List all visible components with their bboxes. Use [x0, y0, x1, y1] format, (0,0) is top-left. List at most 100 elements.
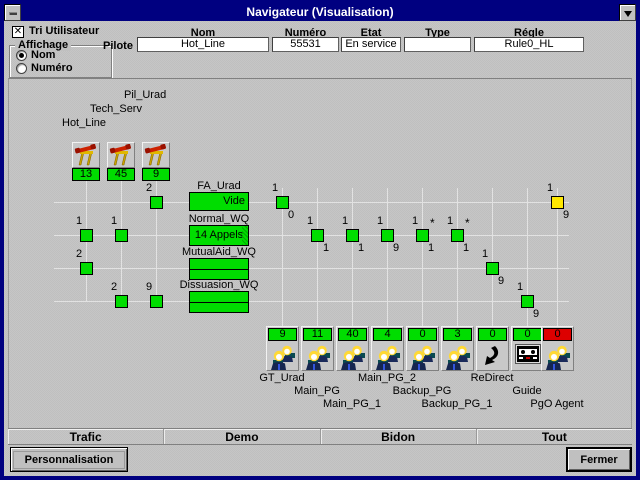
grid-node[interactable]: [80, 229, 93, 242]
phone-icon: [74, 144, 98, 166]
tab-bidon[interactable]: Bidon: [321, 429, 477, 444]
grid-vertical-line: [317, 188, 318, 327]
grid-node[interactable]: [150, 196, 163, 209]
grid-node[interactable]: [115, 229, 128, 242]
tab-trafic[interactable]: Trafic: [8, 429, 164, 444]
node-count-above: 1: [107, 215, 121, 227]
agent-count-badge: 3: [443, 328, 472, 341]
agent-label: ReDirect: [452, 372, 532, 384]
source-count-badge: 45: [107, 168, 135, 181]
source-label: Pil_Urad: [124, 89, 184, 101]
source-count-badge: 9: [142, 168, 170, 181]
node-star-marker: *: [430, 216, 435, 230]
queue-box-divider: [190, 302, 248, 303]
node-count-below: 1: [319, 242, 333, 254]
agent-count-badge: 40: [338, 328, 367, 341]
node-count-below: 0: [284, 209, 298, 221]
queue-box[interactable]: Vide: [189, 192, 249, 211]
node-count-above: 2: [107, 281, 121, 293]
grid-node[interactable]: [80, 262, 93, 275]
node-count-below: 9: [494, 275, 508, 287]
personnalisation-button[interactable]: Personnalisation: [10, 447, 128, 472]
node-count-below: 1: [459, 242, 473, 254]
queue-box[interactable]: 14 Appels: [189, 225, 249, 246]
grid-node[interactable]: [416, 229, 429, 242]
queue-label: FA_Urad: [177, 180, 261, 192]
node-count-above: 1: [303, 215, 317, 227]
grid-node[interactable]: [150, 295, 163, 308]
redirect-icon: [480, 344, 504, 368]
agent-count-badge: 0: [478, 328, 507, 341]
node-count-above: 2: [142, 182, 156, 194]
queue-label: Dissuasion_WQ: [177, 279, 261, 291]
diagram-layer: Hot_Line13Tech_Serv45Pil_Urad9FA_UradVid…: [4, 4, 636, 476]
agent-count-badge: 0: [408, 328, 437, 341]
queue-box-grip[interactable]: [242, 226, 248, 245]
grid-vertical-line: [387, 188, 388, 327]
grid-node[interactable]: [346, 229, 359, 242]
node-count-above: 1: [373, 215, 387, 227]
fermer-button[interactable]: Fermer: [566, 447, 632, 472]
queue-box[interactable]: [189, 258, 249, 280]
node-count-below: 9: [529, 308, 543, 320]
node-count-above: 1: [478, 248, 492, 260]
grid-node[interactable]: [551, 196, 564, 209]
grid-vertical-line: [492, 188, 493, 327]
agent-icon: [270, 344, 296, 370]
agent-label: Backup_PG_1: [417, 398, 497, 410]
agent-icon: [305, 344, 331, 370]
agent-icon: [340, 344, 366, 370]
personnalisation-button-label: Personnalisation: [13, 451, 125, 469]
node-count-below: 1: [354, 242, 368, 254]
grid-vertical-line: [457, 188, 458, 327]
tab-demo[interactable]: Demo: [164, 429, 320, 444]
source-count-badge: 13: [72, 168, 100, 181]
queue-box[interactable]: [189, 291, 249, 313]
node-count-above: 1: [268, 182, 282, 194]
source-label: Hot_Line: [62, 117, 122, 129]
grid-node[interactable]: [115, 295, 128, 308]
agent-label: GT_Urad: [242, 372, 322, 384]
grid-node[interactable]: [451, 229, 464, 242]
agent-icon: [545, 344, 571, 370]
agent-icon: [445, 344, 471, 370]
node-count-above: 1: [72, 215, 86, 227]
phone-icon: [144, 144, 168, 166]
agent-label: Backup_PG: [382, 385, 462, 397]
grid-vertical-line: [352, 188, 353, 327]
phone-icon: [109, 144, 133, 166]
agent-label: Main_PG_1: [312, 398, 392, 410]
agent-count-badge: 0: [513, 328, 542, 341]
agent-label: PgO Agent: [517, 398, 597, 410]
agent-icon: [410, 344, 436, 370]
agent-count-badge: 9: [268, 328, 297, 341]
grid-vertical-line: [422, 188, 423, 327]
navigator-window: Navigateur (Visualisation) ✕ Tri Utilisa…: [0, 0, 640, 480]
node-count-above: 9: [142, 281, 156, 293]
fermer-button-label: Fermer: [580, 454, 617, 466]
grid-node[interactable]: [276, 196, 289, 209]
agent-label: Main_PG_2: [347, 372, 427, 384]
agent-label: Main_PG: [277, 385, 357, 397]
node-count-above: 1: [513, 281, 527, 293]
node-count-above: 1: [338, 215, 352, 227]
queue-label: MutualAid_WQ: [177, 246, 261, 258]
agent-count-badge: 4: [373, 328, 402, 341]
agent-count-badge: 11: [303, 328, 332, 341]
tab-tout[interactable]: Tout: [477, 429, 632, 444]
source-label: Tech_Serv: [90, 103, 150, 115]
node-count-above: 1: [443, 215, 457, 227]
node-count-above: 1: [408, 215, 422, 227]
node-count-above: 2: [72, 248, 86, 260]
view-tabs: Trafic Demo Bidon Tout: [8, 428, 632, 445]
grid-node[interactable]: [311, 229, 324, 242]
node-count-above: 1: [543, 182, 557, 194]
cassette-icon: [515, 344, 541, 364]
grid-node[interactable]: [486, 262, 499, 275]
grid-node[interactable]: [521, 295, 534, 308]
agent-label: Guide: [487, 385, 567, 397]
queue-label: Normal_WQ: [177, 213, 261, 225]
node-star-marker: *: [465, 216, 470, 230]
grid-node[interactable]: [381, 229, 394, 242]
node-count-below: 9: [559, 209, 573, 221]
